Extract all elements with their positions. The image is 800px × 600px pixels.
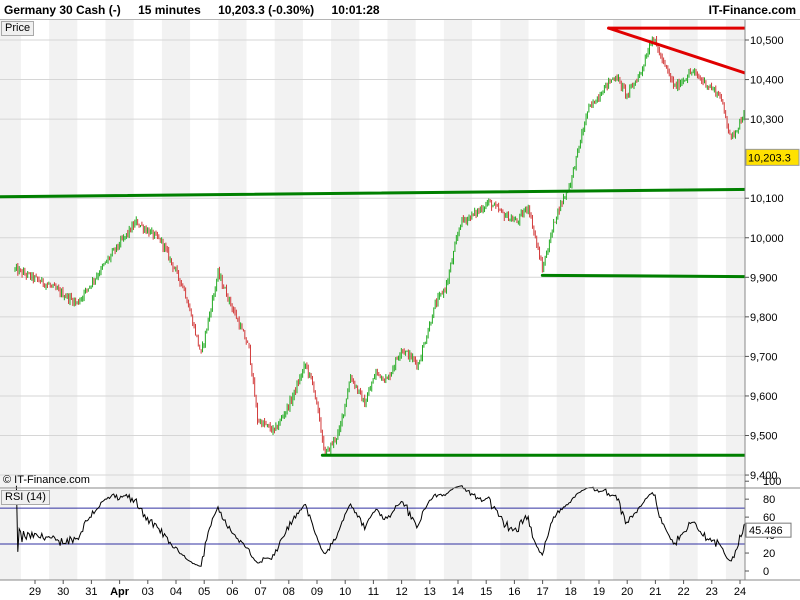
y-tick-label: 10,000 xyxy=(750,233,784,245)
rsi-tick-label: 20 xyxy=(763,548,775,560)
x-tick-label: 08 xyxy=(283,586,295,598)
day-band xyxy=(725,20,745,488)
day-band xyxy=(218,20,247,488)
y-tick-label: 9,500 xyxy=(750,431,778,443)
x-tick-label: 15 xyxy=(480,586,492,598)
x-tick-label: 05 xyxy=(198,586,210,598)
day-band xyxy=(49,489,78,580)
day-band xyxy=(0,20,21,488)
chart-window: Germany 30 Cash (-) 15 minutes 10,203.3 … xyxy=(0,0,800,600)
rsi-tick-label: 60 xyxy=(763,512,775,524)
x-tick-label: 21 xyxy=(649,586,661,598)
day-band xyxy=(500,489,529,580)
y-tick-label: 10,400 xyxy=(750,75,784,87)
x-tick-label: 13 xyxy=(424,586,436,598)
day-band xyxy=(331,489,360,580)
rsi-tick-label: 0 xyxy=(763,566,769,578)
x-tick-label: 18 xyxy=(565,586,577,598)
y-tick-label: 10,100 xyxy=(750,193,784,205)
day-band xyxy=(613,489,642,580)
x-tick-label: 11 xyxy=(368,586,379,598)
day-band xyxy=(105,489,134,580)
y-tick-label: 10,300 xyxy=(750,114,784,126)
rsi-panel-label: RSI (14) xyxy=(1,490,50,505)
x-tick-label: 22 xyxy=(677,586,689,598)
day-band xyxy=(161,20,191,488)
y-tick-label: 9,800 xyxy=(750,312,778,324)
day-band xyxy=(331,20,360,488)
x-tick-label: Apr xyxy=(110,586,130,598)
x-tick-label: 16 xyxy=(508,586,520,598)
current-price-label: 10,203.3 xyxy=(748,152,791,164)
day-band xyxy=(49,20,78,488)
x-tick-label: 29 xyxy=(29,586,41,598)
x-tick-label: 14 xyxy=(452,586,464,598)
day-band xyxy=(613,20,642,488)
day-band xyxy=(669,20,698,488)
y-tick-label: 9,900 xyxy=(750,272,778,284)
x-tick-label: 09 xyxy=(311,586,323,598)
x-tick-label: 30 xyxy=(57,586,69,598)
rsi-tick-label: 80 xyxy=(763,494,775,506)
day-band xyxy=(274,489,303,580)
price-chart[interactable]: 9,4009,5009,6009,7009,8009,90010,00010,1… xyxy=(0,0,800,600)
y-tick-label: 9,600 xyxy=(750,391,778,403)
x-tick-label: 10 xyxy=(339,586,351,598)
x-tick-label: 07 xyxy=(254,586,266,598)
x-tick-label: 03 xyxy=(142,586,154,598)
day-band xyxy=(500,20,529,488)
y-tick-label: 9,700 xyxy=(750,351,778,363)
x-tick-label: 20 xyxy=(621,586,633,598)
x-tick-label: 12 xyxy=(395,586,407,598)
x-tick-label: 17 xyxy=(536,586,548,598)
x-tick-label: 24 xyxy=(734,586,746,598)
day-band xyxy=(161,489,191,580)
y-tick-label: 10,500 xyxy=(750,35,784,47)
x-tick-label: 19 xyxy=(593,586,605,598)
price-panel-label: Price xyxy=(1,21,35,36)
day-band xyxy=(556,20,585,488)
x-tick-label: 06 xyxy=(226,586,238,598)
day-band xyxy=(274,20,303,488)
day-band xyxy=(387,20,416,488)
x-tick-label: 31 xyxy=(85,586,97,598)
x-tick-label: 23 xyxy=(706,586,718,598)
day-band xyxy=(669,489,698,580)
day-band xyxy=(387,489,416,580)
day-band xyxy=(443,20,473,488)
rsi-value-label: 45.486 xyxy=(749,525,783,537)
day-band xyxy=(105,20,134,488)
rsi-tick-label: 100 xyxy=(763,476,781,488)
copyright-label: © IT-Finance.com xyxy=(3,474,90,486)
x-tick-label: 04 xyxy=(170,586,182,598)
day-band xyxy=(218,489,247,580)
day-band xyxy=(443,489,473,580)
